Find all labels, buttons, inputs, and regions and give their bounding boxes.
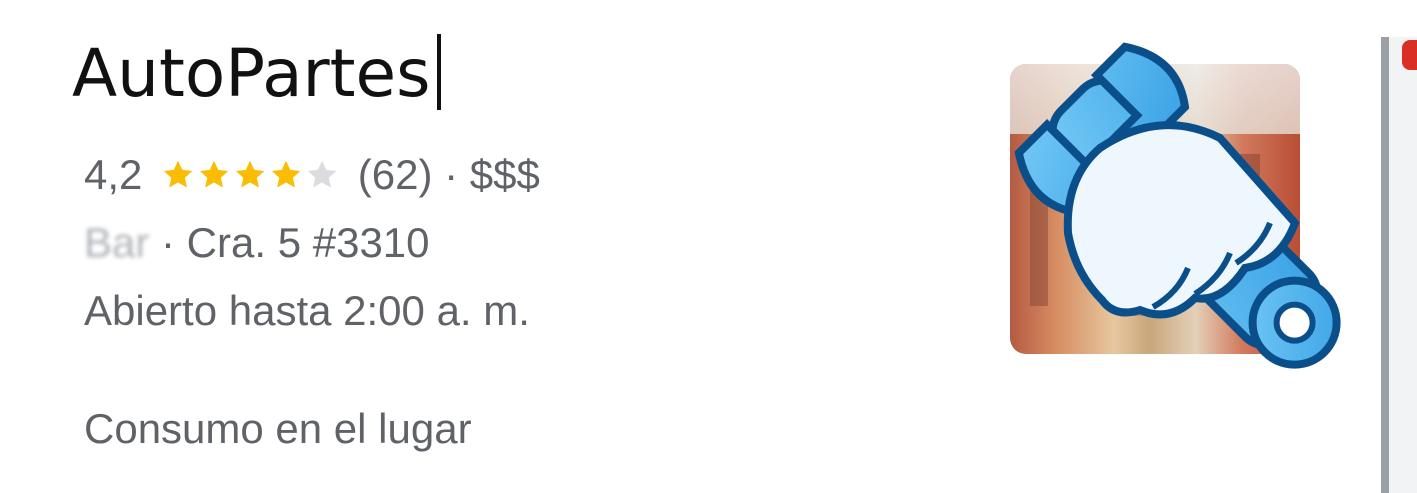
- price-level: · $$$: [444, 151, 540, 198]
- category-address-row: Bar · Cra. 5 #3310: [84, 216, 430, 270]
- hours: Abierto hasta 2:00 a. m.: [84, 287, 530, 334]
- category-label: Bar: [84, 219, 150, 266]
- star-icon: [268, 157, 304, 193]
- wrench-icon: [1014, 42, 1341, 369]
- address: · Cra. 5 #3310: [161, 219, 430, 266]
- star-icon: [160, 157, 196, 193]
- star-rating: [160, 152, 340, 206]
- star-icon: [196, 157, 232, 193]
- rating-value: 4,2: [84, 151, 143, 198]
- place-name: AutoPartes: [72, 35, 431, 112]
- map-panel-edge[interactable]: [1381, 37, 1417, 493]
- map-pin-icon: [1402, 40, 1417, 70]
- text-cursor: [436, 34, 441, 110]
- service-option: Consumo en el lugar: [84, 405, 472, 452]
- star-icon: [304, 157, 340, 193]
- review-count[interactable]: (62): [358, 151, 433, 198]
- star-icon: [232, 157, 268, 193]
- place-title: AutoPartes: [72, 34, 441, 114]
- rating-row[interactable]: 4,2 (62) · $$$: [84, 148, 540, 206]
